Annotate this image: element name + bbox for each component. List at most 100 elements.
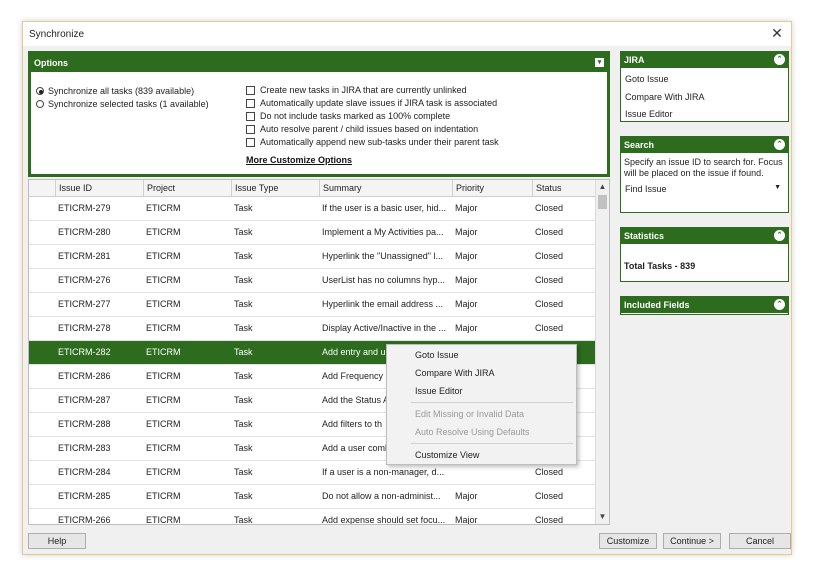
jira-panel-header: JIRA ⌃ — [621, 52, 788, 68]
help-button[interactable]: Help — [28, 533, 86, 549]
cell-project: ETICRM — [146, 371, 181, 381]
checkbox-auto-update-slave-box[interactable] — [246, 98, 255, 108]
cell-status: Closed — [535, 203, 564, 213]
table-row[interactable]: ETICRM-280 ETICRM Task Implement a My Activ… — [29, 221, 597, 245]
window-title: Synchronize — [29, 29, 85, 40]
cancel-button[interactable]: Cancel — [729, 533, 791, 549]
options-title: Options — [34, 58, 68, 68]
cell-project: ETICRM — [146, 347, 181, 357]
checkbox-auto-resolve-parent-label: Auto resolve parent / child issues based… — [260, 124, 479, 134]
statistics-panel-header: Statistics ⌃ — [621, 228, 788, 244]
collapse-options-icon[interactable]: ▾ — [595, 58, 604, 67]
scroll-up-icon[interactable]: ▲ — [596, 181, 609, 193]
cell-issue-id: ETICRM-276 — [58, 275, 111, 285]
checkbox-auto-update-slave-label: Automatically update slave issues if JIR… — [260, 98, 498, 108]
table-row[interactable]: ETICRM-276 ETICRM Task UserList has no colu… — [29, 269, 597, 293]
checkbox-exclude-complete[interactable]: Do not include tasks marked as 100% comp… — [246, 111, 450, 121]
ctx-issue-editor[interactable]: Issue Editor — [415, 386, 463, 396]
scroll-down-icon[interactable]: ▼ — [596, 511, 609, 523]
cell-status: Closed — [535, 515, 564, 525]
collapse-included-fields-icon[interactable]: ⌃ — [774, 299, 785, 310]
radio-sync-all-label: Synchronize all tasks (839 available) — [48, 86, 195, 96]
grid-vertical-scrollbar[interactable]: ▲ ▼ — [595, 180, 609, 524]
cell-issue-type: Task — [234, 467, 253, 477]
cell-priority: Major — [455, 203, 478, 213]
included-fields-title: Included Fields — [624, 300, 690, 310]
context-menu: Goto Issue Compare With JIRA Issue Edito… — [386, 344, 577, 465]
column-header-status[interactable]: Status — [532, 180, 597, 196]
radio-sync-all[interactable]: Synchronize all tasks (839 available) — [36, 86, 194, 96]
table-row[interactable]: ETICRM-279 ETICRM Task If the user is a bas… — [29, 197, 597, 221]
included-fields-header: Included Fields ⌃ — [621, 297, 788, 313]
ctx-separator — [411, 443, 573, 444]
checkbox-auto-update-slave[interactable]: Automatically update slave issues if JIR… — [246, 98, 497, 108]
cell-summary: Hyperlink the "Unassigned" l... — [322, 251, 443, 261]
table-row[interactable]: ETICRM-266 ETICRM Task Add expense should s… — [29, 509, 597, 525]
checkbox-append-subtasks[interactable]: Automatically append new sub-tasks under… — [246, 137, 499, 147]
cell-issue-type: Task — [234, 227, 253, 237]
cell-issue-type: Task — [234, 203, 253, 213]
column-header-issue-type[interactable]: Issue Type — [231, 180, 319, 196]
radio-sync-selected-label: Synchronize selected tasks (1 available) — [48, 99, 209, 109]
cell-status: Closed — [535, 251, 564, 261]
find-issue-select[interactable]: Find Issue ▼ — [625, 184, 785, 194]
cell-issue-type: Task — [234, 515, 253, 525]
total-tasks-label: Total Tasks - 839 — [624, 261, 696, 271]
checkbox-append-subtasks-label: Automatically append new sub-tasks under… — [260, 137, 499, 147]
cell-project: ETICRM — [146, 251, 181, 261]
checkbox-exclude-complete-box[interactable] — [246, 111, 255, 121]
cell-status: Closed — [535, 491, 564, 501]
table-row[interactable]: ETICRM-278 ETICRM Task Display Active/Inact… — [29, 317, 597, 341]
collapse-statistics-icon[interactable]: ⌃ — [774, 230, 785, 241]
table-row[interactable]: ETICRM-281 ETICRM Task Hyperlink the "Unass… — [29, 245, 597, 269]
cell-issue-id: ETICRM-278 — [58, 323, 111, 333]
ctx-edit-missing: Edit Missing or Invalid Data — [415, 409, 525, 419]
statistics-panel-title: Statistics — [624, 231, 665, 241]
cell-status: Closed — [535, 275, 564, 285]
radio-sync-selected[interactable]: Synchronize selected tasks (1 available) — [36, 99, 209, 109]
cell-issue-type: Task — [234, 443, 253, 453]
collapse-jira-icon[interactable]: ⌃ — [774, 54, 785, 65]
search-panel-header: Search ⌃ — [621, 137, 788, 153]
checkbox-append-subtasks-box[interactable] — [246, 137, 255, 147]
column-header-project[interactable]: Project — [143, 180, 231, 196]
included-fields-panel: Included Fields ⌃ — [620, 296, 789, 315]
ctx-auto-resolve: Auto Resolve Using Defaults — [415, 427, 530, 437]
column-header-priority[interactable]: Priority — [452, 180, 532, 196]
cell-status: Closed — [535, 323, 564, 333]
checkbox-auto-resolve-parent[interactable]: Auto resolve parent / child issues based… — [246, 124, 478, 134]
ctx-customize-view[interactable]: Customize View — [415, 450, 479, 460]
checkbox-create-new-tasks-box[interactable] — [246, 85, 255, 95]
jira-compare-link[interactable]: Compare With JIRA — [625, 92, 705, 102]
cell-issue-id: ETICRM-277 — [58, 299, 111, 309]
collapse-search-icon[interactable]: ⌃ — [774, 139, 785, 150]
ctx-separator — [411, 402, 573, 403]
jira-goto-issue-link[interactable]: Goto Issue — [625, 74, 669, 84]
cell-issue-id: ETICRM-282 — [58, 347, 111, 357]
checkbox-auto-resolve-parent-box[interactable] — [246, 124, 255, 134]
ctx-compare-with-jira[interactable]: Compare With JIRA — [415, 368, 495, 378]
cell-priority: Major — [455, 299, 478, 309]
table-row[interactable]: ETICRM-277 ETICRM Task Hyperlink the email … — [29, 293, 597, 317]
continue-button[interactable]: Continue > — [663, 533, 721, 549]
radio-sync-selected-indicator[interactable] — [36, 100, 44, 108]
ctx-goto-issue[interactable]: Goto Issue — [415, 350, 459, 360]
search-description: Specify an issue ID to search for. Focus… — [624, 157, 783, 178]
customize-button[interactable]: Customize — [599, 533, 657, 549]
options-header: Options ▾ — [31, 54, 607, 72]
grid-header: Issue ID Project Issue Type Summary Prio… — [29, 180, 597, 197]
radio-sync-all-indicator[interactable] — [36, 87, 44, 95]
column-header-summary[interactable]: Summary — [319, 180, 452, 196]
cell-issue-type: Task — [234, 251, 253, 261]
close-icon[interactable]: ✕ — [769, 25, 785, 41]
jira-issue-editor-link[interactable]: Issue Editor — [625, 109, 673, 119]
table-row[interactable]: ETICRM-285 ETICRM Task Do not allow a non-a… — [29, 485, 597, 509]
cell-issue-id: ETICRM-281 — [58, 251, 111, 261]
column-header-issue-id[interactable]: Issue ID — [55, 180, 143, 196]
cell-priority: Major — [455, 251, 478, 261]
dropdown-arrow-icon[interactable]: ▼ — [774, 184, 781, 191]
cell-summary: Implement a My Activities pa... — [322, 227, 444, 237]
more-customize-options-link[interactable]: More Customize Options — [246, 155, 352, 165]
scroll-thumb[interactable] — [598, 195, 607, 209]
checkbox-create-new-tasks[interactable]: Create new tasks in JIRA that are curren… — [246, 85, 467, 95]
